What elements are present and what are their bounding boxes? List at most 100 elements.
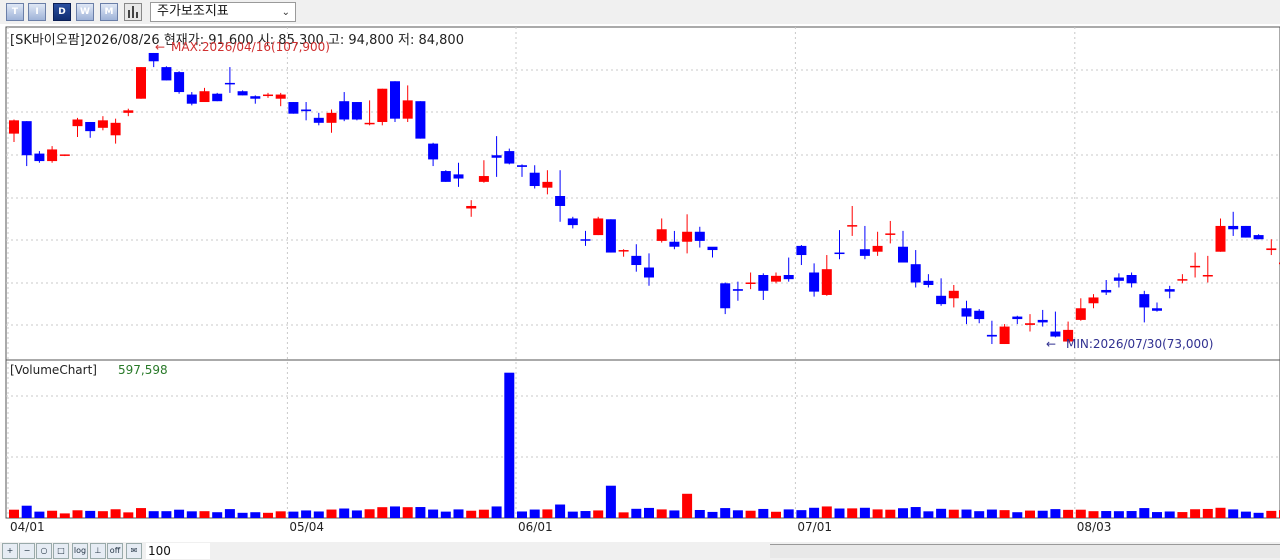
volume-bar[interactable]	[694, 509, 705, 518]
volume-bar[interactable]	[593, 510, 604, 518]
volume-bar[interactable]	[478, 509, 489, 518]
volume-bar[interactable]	[21, 505, 32, 518]
volume-bar[interactable]	[1126, 511, 1137, 518]
zoom-reset-icon[interactable]: ○	[36, 543, 52, 559]
candle[interactable]	[999, 324, 1010, 345]
volume-bar[interactable]	[555, 504, 566, 518]
volume-bar[interactable]	[1164, 511, 1175, 518]
volume-bar[interactable]	[466, 510, 477, 518]
volume-bar[interactable]	[1152, 512, 1162, 518]
volume-bar[interactable]	[1177, 512, 1188, 518]
volume-bar[interactable]	[656, 509, 667, 518]
volume-bar[interactable]	[771, 511, 781, 518]
volume-bar[interactable]	[618, 512, 629, 518]
volume-bar[interactable]	[796, 510, 807, 518]
horizontal-scrollbar[interactable]	[770, 544, 1280, 558]
volume-bar[interactable]	[212, 512, 223, 518]
volume-bar[interactable]	[809, 507, 820, 518]
volume-bar[interactable]	[758, 508, 769, 518]
candle[interactable]	[605, 219, 616, 253]
volume-bar[interactable]	[428, 509, 439, 518]
volume-bar[interactable]	[237, 512, 248, 518]
zoom-fit-icon[interactable]: □	[53, 543, 69, 559]
volume-bar[interactable]	[1240, 511, 1251, 518]
candle[interactable]	[351, 102, 362, 121]
volume-bar[interactable]	[351, 510, 362, 518]
volume-bar[interactable]	[136, 508, 146, 518]
volume-bar[interactable]	[936, 508, 947, 518]
volume-bar[interactable]	[1139, 508, 1150, 518]
volume-bar[interactable]	[123, 512, 134, 518]
zoom-out-icon[interactable]: −	[19, 543, 35, 559]
volume-bar[interactable]	[923, 511, 934, 518]
volume-bar[interactable]	[974, 511, 985, 518]
crosshair-icon[interactable]: ⊥	[90, 543, 106, 559]
volume-bar[interactable]	[1113, 511, 1124, 518]
volume-bar[interactable]	[1063, 509, 1074, 518]
candle[interactable]	[59, 154, 70, 157]
volume-bar[interactable]	[364, 509, 375, 518]
volume-bar[interactable]	[339, 508, 350, 518]
volume-bar[interactable]	[1266, 510, 1277, 518]
volume-bar[interactable]	[910, 507, 921, 518]
candle[interactable]	[174, 71, 185, 94]
off-toggle-button[interactable]: off	[107, 543, 123, 559]
volume-bar[interactable]	[999, 510, 1010, 518]
volume-bar[interactable]	[542, 509, 553, 518]
candle[interactable]	[1240, 225, 1251, 238]
volume-bar[interactable]	[720, 508, 731, 518]
volume-bar[interactable]	[1253, 512, 1264, 518]
volume-bar[interactable]	[948, 509, 959, 518]
log-scale-button[interactable]: log	[72, 543, 88, 559]
volume-bar[interactable]	[491, 506, 502, 518]
volume-bar[interactable]	[707, 511, 718, 518]
volume-bar[interactable]	[1228, 509, 1239, 518]
zoom-level[interactable]: 100	[146, 543, 210, 559]
volume-bar[interactable]	[148, 511, 159, 518]
volume-bar[interactable]	[631, 508, 642, 518]
volume-bar[interactable]	[72, 510, 83, 518]
volume-bar[interactable]	[326, 509, 337, 518]
period-tick-button[interactable]: T	[6, 3, 24, 21]
volume-bar[interactable]	[97, 511, 108, 518]
volume-bar[interactable]	[440, 511, 451, 518]
candle[interactable]	[288, 102, 299, 114]
volume-bar[interactable]	[1025, 510, 1035, 518]
volume-bar[interactable]	[288, 511, 299, 518]
volume-bar[interactable]	[834, 508, 845, 518]
volume-bar[interactable]	[898, 508, 908, 518]
candle[interactable]	[593, 216, 604, 236]
volume-bar[interactable]	[59, 513, 70, 518]
volume-bar[interactable]	[174, 509, 185, 518]
volume-bar[interactable]	[47, 510, 58, 518]
volume-bar[interactable]	[313, 511, 324, 518]
volume-bar[interactable]	[859, 507, 870, 518]
volume-bar[interactable]	[1050, 509, 1061, 518]
volume-bar[interactable]	[847, 508, 858, 518]
volume-bar[interactable]	[821, 506, 832, 518]
volume-bar[interactable]	[961, 509, 972, 518]
volume-bar[interactable]	[504, 372, 515, 518]
volume-bar[interactable]	[1215, 507, 1226, 518]
volume-bar[interactable]	[275, 511, 286, 518]
candle[interactable]	[415, 101, 426, 139]
bar-chart-icon[interactable]	[124, 3, 142, 21]
volume-bar[interactable]	[567, 511, 578, 518]
volume-bar[interactable]	[377, 507, 388, 518]
candle[interactable]	[390, 81, 400, 122]
volume-bar[interactable]	[732, 510, 743, 518]
volume-bar[interactable]	[517, 511, 527, 518]
volume-bar[interactable]	[783, 509, 794, 518]
volume-bar[interactable]	[224, 509, 235, 518]
volume-bar[interactable]	[1037, 510, 1048, 518]
volume-bar[interactable]	[682, 493, 693, 518]
volume-bar[interactable]	[9, 509, 19, 518]
stock-chart[interactable]: 04/01 05/04 06/01 07/01 08/03 [SK바이오팜]2026/0…	[0, 24, 1280, 544]
candle[interactable]	[136, 67, 146, 99]
volume-bar[interactable]	[161, 511, 172, 518]
candle[interactable]	[212, 92, 223, 102]
volume-bar[interactable]	[885, 509, 896, 518]
period-month-button[interactable]: M	[100, 3, 118, 21]
volume-bar[interactable]	[263, 512, 273, 518]
volume-bar[interactable]	[250, 512, 261, 518]
